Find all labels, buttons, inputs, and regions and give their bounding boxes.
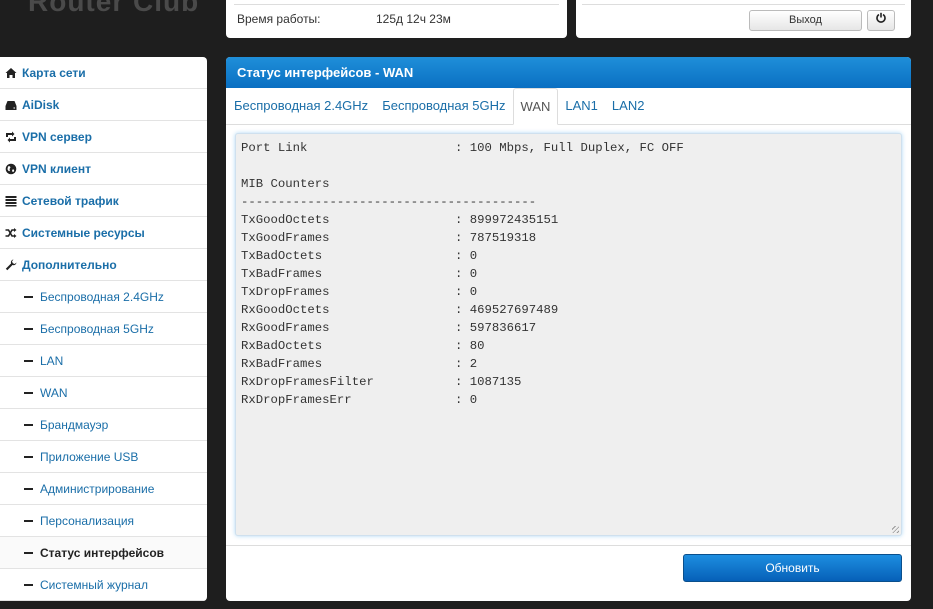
retweet-icon (4, 130, 18, 144)
sidebar-item-label: AiDisk (22, 97, 60, 112)
sidebar-item-label: Дополнительно (22, 257, 117, 272)
sidebar-item-label: Системные ресурсы (22, 225, 145, 240)
tab-lan1[interactable]: LAN1 (558, 88, 605, 124)
logo: Router Club (28, 0, 200, 17)
dash-icon (24, 455, 33, 458)
list-icon (4, 194, 18, 208)
sidebar-subitem-label: Приложение USB (40, 449, 139, 464)
sidebar-item-traffic[interactable]: Сетевой трафик (0, 185, 207, 217)
dash-icon (24, 487, 33, 490)
sidebar-subitem-wireless-24[interactable]: Беспроводная 2.4GHz (0, 281, 207, 313)
sidebar-subitem-label: WAN (40, 385, 68, 400)
resize-grip-icon[interactable] (892, 526, 899, 533)
divider (226, 545, 911, 546)
hdd-icon (4, 98, 18, 112)
sidebar-item-label: VPN клиент (22, 161, 91, 176)
status-log-text: Port Link : 100 Mbps, Full Duplex, FC OF… (241, 141, 684, 407)
sidebar-item-aidisk[interactable]: AiDisk (0, 89, 207, 121)
sidebar-subitem-wireless-5[interactable]: Беспроводная 5GHz (0, 313, 207, 345)
sidebar-subitem-personalization[interactable]: Персонализация (0, 505, 207, 537)
tab-wireless-5[interactable]: Беспроводная 5GHz (375, 88, 512, 124)
dash-icon (24, 519, 33, 522)
sidebar-item-label: Сетевой трафик (22, 193, 119, 208)
logout-button[interactable]: Выход (749, 10, 862, 31)
sidebar-item-label: VPN сервер (22, 129, 92, 144)
sidebar-item-label: Карта сети (22, 65, 86, 80)
random-icon (4, 226, 18, 240)
sidebar-item-system-resources[interactable]: Системные ресурсы (0, 217, 207, 249)
session-panel: Выход (576, 0, 911, 38)
sidebar-subitem-label: Беспроводная 5GHz (40, 321, 154, 336)
main-panel: Статус интерфейсов - WAN Беспроводная 2.… (226, 57, 911, 601)
home-icon (4, 66, 18, 80)
sidebar-subitem-label: Беспроводная 2.4GHz (40, 289, 164, 304)
dash-icon (24, 583, 33, 586)
sidebar-subitem-label: LAN (40, 353, 64, 368)
sidebar-subitem-firewall[interactable]: Брандмауэр (0, 409, 207, 441)
dash-icon (24, 359, 33, 362)
sidebar-item-vpn-client[interactable]: VPN клиент (0, 153, 207, 185)
divider (234, 4, 559, 5)
uptime-label: Время работы: (237, 12, 321, 26)
tab-wireless-24[interactable]: Беспроводная 2.4GHz (227, 88, 375, 124)
uptime-panel: Время работы: 125д 12ч 23м (226, 0, 567, 38)
sidebar-subitem-usb-app[interactable]: Приложение USB (0, 441, 207, 473)
dash-icon (24, 551, 33, 554)
sidebar-subitem-label: Администрирование (40, 481, 155, 496)
sidebar-item-network-map[interactable]: Карта сети (0, 57, 207, 89)
sidebar-subitem-system-log[interactable]: Системный журнал (0, 569, 207, 601)
dash-icon (24, 327, 33, 330)
tab-lan2[interactable]: LAN2 (605, 88, 652, 124)
status-textarea[interactable]: Port Link : 100 Mbps, Full Duplex, FC OF… (235, 133, 902, 536)
sidebar-subitem-interface-status[interactable]: Статус интерфейсов (0, 537, 207, 569)
page-title: Статус интерфейсов - WAN (226, 57, 911, 88)
refresh-button[interactable]: Обновить (683, 554, 902, 582)
sidebar-item-advanced[interactable]: Дополнительно (0, 249, 207, 281)
globe-icon (4, 162, 18, 176)
sidebar-subitem-administration[interactable]: Администрирование (0, 473, 207, 505)
sidebar-subitem-lan[interactable]: LAN (0, 345, 207, 377)
power-icon (875, 12, 887, 27)
sidebar-subitem-label: Персонализация (40, 513, 135, 528)
wrench-icon (4, 258, 18, 272)
sidebar-subitem-wan[interactable]: WAN (0, 377, 207, 409)
dash-icon (24, 423, 33, 426)
divider (582, 4, 905, 5)
uptime-value: 125д 12ч 23м (376, 12, 451, 26)
sidebar-subitem-label: Статус интерфейсов (40, 545, 165, 560)
tab-wan[interactable]: WAN (512, 88, 559, 125)
dash-icon (24, 295, 33, 298)
sidebar: Карта сети AiDisk VPN сервер VPN клиент … (0, 57, 207, 601)
sidebar-item-vpn-server[interactable]: VPN сервер (0, 121, 207, 153)
tab-bar: Беспроводная 2.4GHz Беспроводная 5GHz WA… (226, 88, 911, 125)
dash-icon (24, 391, 33, 394)
sidebar-subitem-label: Системный журнал (40, 577, 148, 592)
sidebar-subitem-label: Брандмауэр (40, 417, 109, 432)
power-button[interactable] (867, 10, 895, 31)
